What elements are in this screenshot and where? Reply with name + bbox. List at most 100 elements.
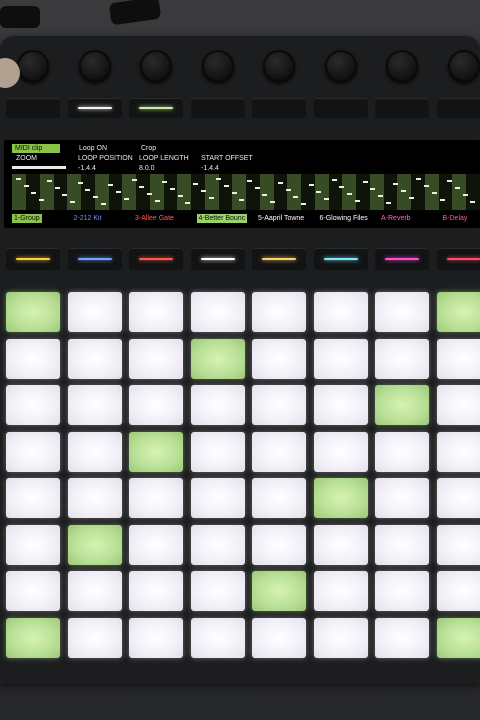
midi-note xyxy=(239,199,245,201)
midi-note xyxy=(370,188,376,190)
pad[interactable] xyxy=(6,431,60,472)
pad[interactable] xyxy=(190,338,245,379)
midi-note xyxy=(108,184,114,186)
upper-button[interactable] xyxy=(436,98,480,118)
pad[interactable] xyxy=(6,385,60,425)
midi-note xyxy=(162,181,168,183)
pad[interactable] xyxy=(67,385,122,425)
loop-length-label: LOOP LENGTH xyxy=(139,155,189,162)
pad[interactable] xyxy=(313,431,368,472)
pad[interactable] xyxy=(190,292,245,332)
upper-button[interactable] xyxy=(190,98,245,118)
pad[interactable] xyxy=(6,338,60,379)
button-led xyxy=(385,258,419,260)
encoder-knob[interactable] xyxy=(263,50,295,82)
lower-button[interactable] xyxy=(6,248,60,270)
encoder-knob[interactable] xyxy=(447,50,480,82)
pad[interactable] xyxy=(375,292,429,332)
encoder-knob[interactable] xyxy=(17,50,49,82)
pad[interactable] xyxy=(67,478,122,518)
pad[interactable] xyxy=(67,338,122,379)
lower-button[interactable] xyxy=(375,248,429,270)
upper-button[interactable] xyxy=(313,98,368,118)
encoder-knob[interactable] xyxy=(386,50,418,82)
pad[interactable] xyxy=(375,478,429,518)
pad[interactable] xyxy=(375,385,429,425)
pad[interactable] xyxy=(436,292,480,332)
pad[interactable] xyxy=(67,292,122,332)
pad[interactable] xyxy=(129,338,183,379)
pad[interactable] xyxy=(252,478,306,518)
pad[interactable] xyxy=(375,524,429,565)
pad[interactable] xyxy=(313,385,368,425)
pad[interactable] xyxy=(6,478,60,518)
pad[interactable] xyxy=(436,478,480,518)
encoder-knob[interactable] xyxy=(78,50,111,82)
pad[interactable] xyxy=(375,338,429,379)
upper-button[interactable] xyxy=(129,98,183,118)
pad[interactable] xyxy=(313,478,368,518)
pad[interactable] xyxy=(252,385,306,425)
pad[interactable] xyxy=(6,617,60,658)
pad[interactable] xyxy=(436,385,480,425)
encoder-knob[interactable] xyxy=(140,50,172,82)
pad[interactable] xyxy=(129,385,183,425)
pad[interactable] xyxy=(67,431,122,472)
pad[interactable] xyxy=(313,617,368,658)
pad[interactable] xyxy=(129,571,183,611)
midi-note xyxy=(216,178,222,180)
midi-note xyxy=(408,197,414,199)
upper-button[interactable] xyxy=(67,98,122,118)
pad[interactable] xyxy=(129,431,183,472)
pad[interactable] xyxy=(190,385,245,425)
upper-button[interactable] xyxy=(252,98,306,118)
pad[interactable] xyxy=(129,617,183,658)
pad[interactable] xyxy=(252,431,306,472)
pad[interactable] xyxy=(190,524,245,565)
pad[interactable] xyxy=(190,478,245,518)
loop-bar xyxy=(452,174,466,210)
pad[interactable] xyxy=(313,292,368,332)
pad[interactable] xyxy=(67,617,122,658)
upper-button[interactable] xyxy=(6,98,60,118)
pad[interactable] xyxy=(190,571,245,611)
lower-button[interactable] xyxy=(67,248,122,270)
pad[interactable] xyxy=(252,524,306,565)
pad[interactable] xyxy=(129,292,183,332)
pad[interactable] xyxy=(252,338,306,379)
lower-button[interactable] xyxy=(190,248,245,270)
pad[interactable] xyxy=(190,617,245,658)
pad[interactable] xyxy=(436,524,480,565)
pad[interactable] xyxy=(6,292,60,332)
pad[interactable] xyxy=(252,571,306,611)
pad[interactable] xyxy=(67,571,122,611)
pad[interactable] xyxy=(252,292,306,332)
lower-button[interactable] xyxy=(252,248,306,270)
lower-button[interactable] xyxy=(129,248,183,270)
pad[interactable] xyxy=(375,617,429,658)
pad[interactable] xyxy=(313,524,368,565)
pad[interactable] xyxy=(313,338,368,379)
pad[interactable] xyxy=(67,524,122,565)
upper-button[interactable] xyxy=(375,98,429,118)
lower-button[interactable] xyxy=(436,248,480,270)
encoder-knob[interactable] xyxy=(324,50,357,82)
pad[interactable] xyxy=(129,478,183,518)
encoder-knob[interactable] xyxy=(201,50,234,82)
pad[interactable] xyxy=(436,617,480,658)
pad[interactable] xyxy=(436,338,480,379)
pad[interactable] xyxy=(6,524,60,565)
pad[interactable] xyxy=(129,524,183,565)
pad[interactable] xyxy=(436,571,480,611)
pad[interactable] xyxy=(436,431,480,472)
lower-button[interactable] xyxy=(313,248,368,270)
pad[interactable] xyxy=(313,571,368,611)
pad[interactable] xyxy=(190,431,245,472)
pad[interactable] xyxy=(375,571,429,611)
pad[interactable] xyxy=(6,571,60,611)
track-label: 3-Allee Gate xyxy=(135,215,174,222)
track-label: 5-Aapril Towne xyxy=(258,215,305,222)
pad[interactable] xyxy=(252,617,306,658)
zoom-label: ZOOM xyxy=(16,155,37,162)
pad[interactable] xyxy=(375,431,429,472)
